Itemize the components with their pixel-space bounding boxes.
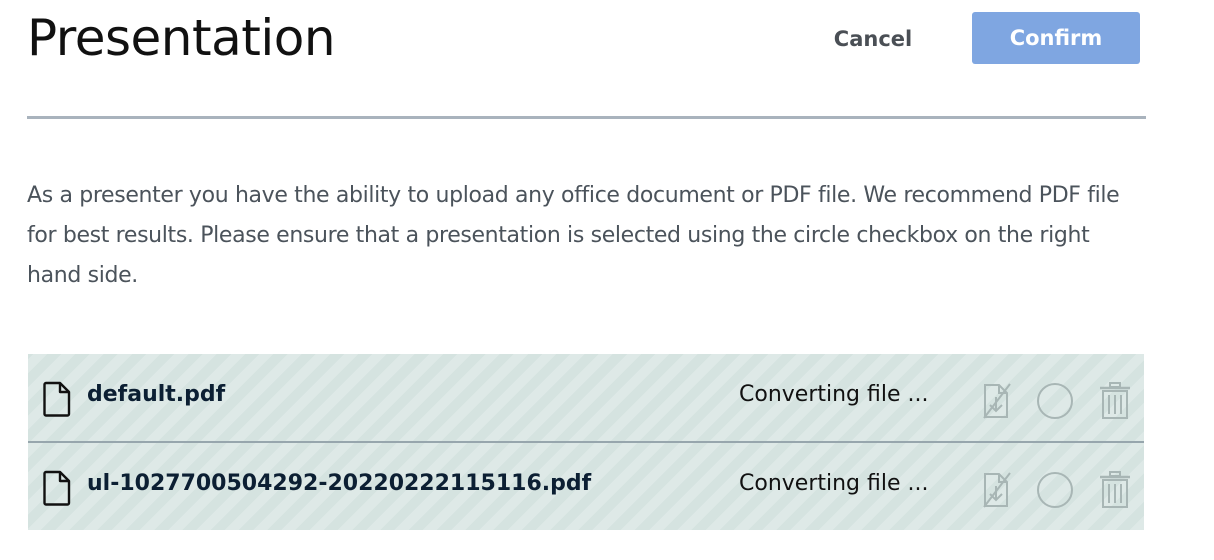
- document-icon: [41, 381, 73, 417]
- download-toggle-icon[interactable]: [977, 470, 1017, 510]
- file-row: ul-1027700504292-20220222115116.pdf Conv…: [28, 441, 1144, 530]
- trash-icon[interactable]: [1095, 470, 1135, 510]
- instructions-text: As a presenter you have the ability to u…: [27, 183, 1120, 288]
- trash-icon[interactable]: [1095, 381, 1135, 421]
- file-name: default.pdf: [87, 382, 226, 407]
- file-status: Converting file ...: [739, 471, 929, 496]
- file-list: default.pdf Converting file ... ul-10277…: [28, 354, 1144, 530]
- select-circle-icon[interactable]: [1035, 470, 1075, 510]
- presentation-upload-modal: Presentation Cancel Confirm As a present…: [0, 0, 1214, 560]
- page-title: Presentation: [27, 9, 336, 67]
- file-row: default.pdf Converting file ...: [28, 354, 1144, 441]
- header-divider: [27, 116, 1146, 119]
- cancel-button[interactable]: Cancel: [820, 14, 926, 64]
- download-toggle-icon[interactable]: [977, 381, 1017, 421]
- confirm-button[interactable]: Confirm: [972, 12, 1140, 64]
- file-status: Converting file ...: [739, 382, 929, 407]
- select-circle-icon[interactable]: [1035, 381, 1075, 421]
- document-icon: [41, 470, 73, 506]
- file-name: ul-1027700504292-20220222115116.pdf: [87, 471, 592, 496]
